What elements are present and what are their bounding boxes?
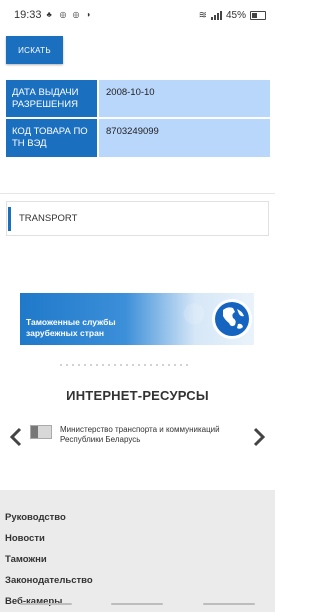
permit-date-value: 2008-10-10	[99, 80, 270, 117]
battery-percent: 45%	[225, 9, 246, 21]
product-code-label: КОД ТОВАРА ПО ТН ВЭД	[6, 119, 97, 157]
transport-label: TRANSPORT	[19, 213, 78, 224]
accent-bar	[8, 206, 11, 231]
search-button[interactable]: ИСКАТЬ	[6, 36, 63, 64]
notification-icon: ♣	[46, 10, 52, 19]
battery-icon	[250, 10, 266, 20]
resources-carousel: Министерство транспорта и коммуникаций Р…	[0, 421, 275, 453]
signal-icon	[210, 10, 222, 20]
footer: Руководство Новости Таможни Законодатель…	[0, 490, 275, 612]
footer-link-leadership[interactable]: Руководство	[5, 512, 66, 523]
table-row: ДАТА ВЫДАЧИ РАЗРЕШЕНИЯ 2008-10-10	[6, 80, 270, 117]
sync-icon: ◑	[85, 10, 91, 19]
status-bar: 19:33 ♣ ◎ ◎ ◑ ≋ 45%	[0, 0, 275, 30]
section-title: ИНТЕРНЕТ-РЕСУРСЫ	[66, 388, 209, 403]
footer-link-customs[interactable]: Таможни	[5, 554, 47, 565]
instagram-icon: ◎	[72, 10, 80, 19]
chevron-right-icon[interactable]	[251, 427, 267, 447]
chevron-left-icon[interactable]	[8, 427, 24, 447]
footer-link-legislation[interactable]: Законодательство	[5, 575, 93, 586]
permit-date-label: ДАТА ВЫДАЧИ РАЗРЕШЕНИЯ	[6, 80, 97, 117]
nav-indicator[interactable]	[203, 603, 256, 605]
nav-indicator[interactable]	[19, 603, 72, 605]
resource-link[interactable]: Министерство транспорта и коммуникаций Р…	[60, 425, 240, 445]
carousel-dots	[60, 364, 220, 368]
footer-link-news[interactable]: Новости	[5, 533, 45, 544]
globe-icon	[212, 299, 252, 339]
wifi-icon: ≋	[198, 9, 207, 21]
nav-indicator[interactable]	[111, 603, 164, 605]
banner-text: Таможенные службы зарубежных стран	[26, 317, 116, 338]
ministry-logo-icon	[30, 425, 52, 439]
instagram-icon: ◎	[59, 10, 67, 19]
navigation-bar	[0, 603, 275, 609]
foreign-customs-banner[interactable]: Таможенные службы зарубежных стран	[20, 293, 254, 345]
permit-info-table: ДАТА ВЫДАЧИ РАЗРЕШЕНИЯ 2008-10-10 КОД ТО…	[6, 80, 270, 159]
table-row: КОД ТОВАРА ПО ТН ВЭД 8703249099	[6, 119, 270, 157]
divider	[0, 193, 275, 194]
product-code-value: 8703249099	[99, 119, 270, 157]
status-time: 19:33	[14, 9, 42, 21]
transport-card[interactable]: TRANSPORT	[6, 201, 269, 236]
